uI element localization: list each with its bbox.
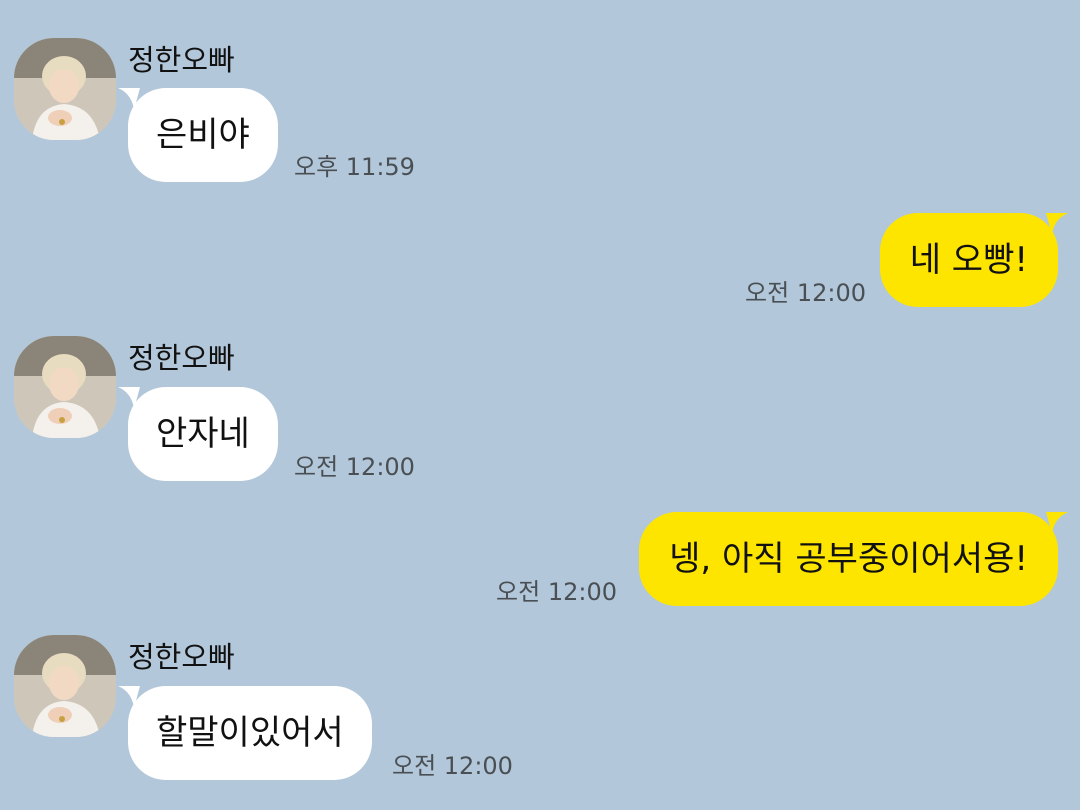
message-text: 안자네 [156, 414, 250, 454]
message-text: 네 오빵! [909, 240, 1028, 280]
profile-photo-icon [14, 635, 116, 737]
sender-name: 정한오빠 [128, 640, 235, 674]
incoming-message-bubble[interactable]: 할말이있어서 [128, 686, 372, 780]
profile-photo-icon [14, 38, 116, 140]
bubble-tail-icon [118, 387, 140, 409]
message-text: 은비야 [156, 115, 250, 155]
sender-name: 정한오빠 [128, 43, 235, 77]
message-timestamp: 오전 12:00 [392, 752, 513, 780]
message-timestamp: 오후 11:59 [294, 153, 415, 181]
bubble-tail-icon [118, 88, 140, 110]
incoming-message-bubble[interactable]: 은비야 [128, 88, 278, 182]
outgoing-message-bubble[interactable]: 네 오빵! [879, 213, 1058, 307]
sender-avatar[interactable] [14, 635, 116, 737]
sender-name: 정한오빠 [128, 341, 235, 375]
message-timestamp: 오전 12:00 [496, 578, 617, 606]
chat-room: 정한오빠 은비야 오후 11:59 네 오빵! 오전 12:00 정한오빠 안자… [0, 0, 1080, 810]
sender-avatar[interactable] [14, 38, 116, 140]
bubble-tail-icon [1046, 213, 1068, 235]
incoming-message-bubble[interactable]: 안자네 [128, 387, 278, 481]
message-text: 할말이있어서 [156, 713, 344, 753]
message-timestamp: 오전 12:00 [294, 453, 415, 481]
message-text: 넹, 아직 공부중이어서용! [669, 539, 1028, 579]
sender-avatar[interactable] [14, 336, 116, 438]
bubble-tail-icon [118, 686, 140, 708]
message-timestamp: 오전 12:00 [745, 279, 866, 307]
bubble-tail-icon [1046, 512, 1068, 534]
profile-photo-icon [14, 336, 116, 438]
outgoing-message-bubble[interactable]: 넹, 아직 공부중이어서용! [639, 512, 1058, 606]
